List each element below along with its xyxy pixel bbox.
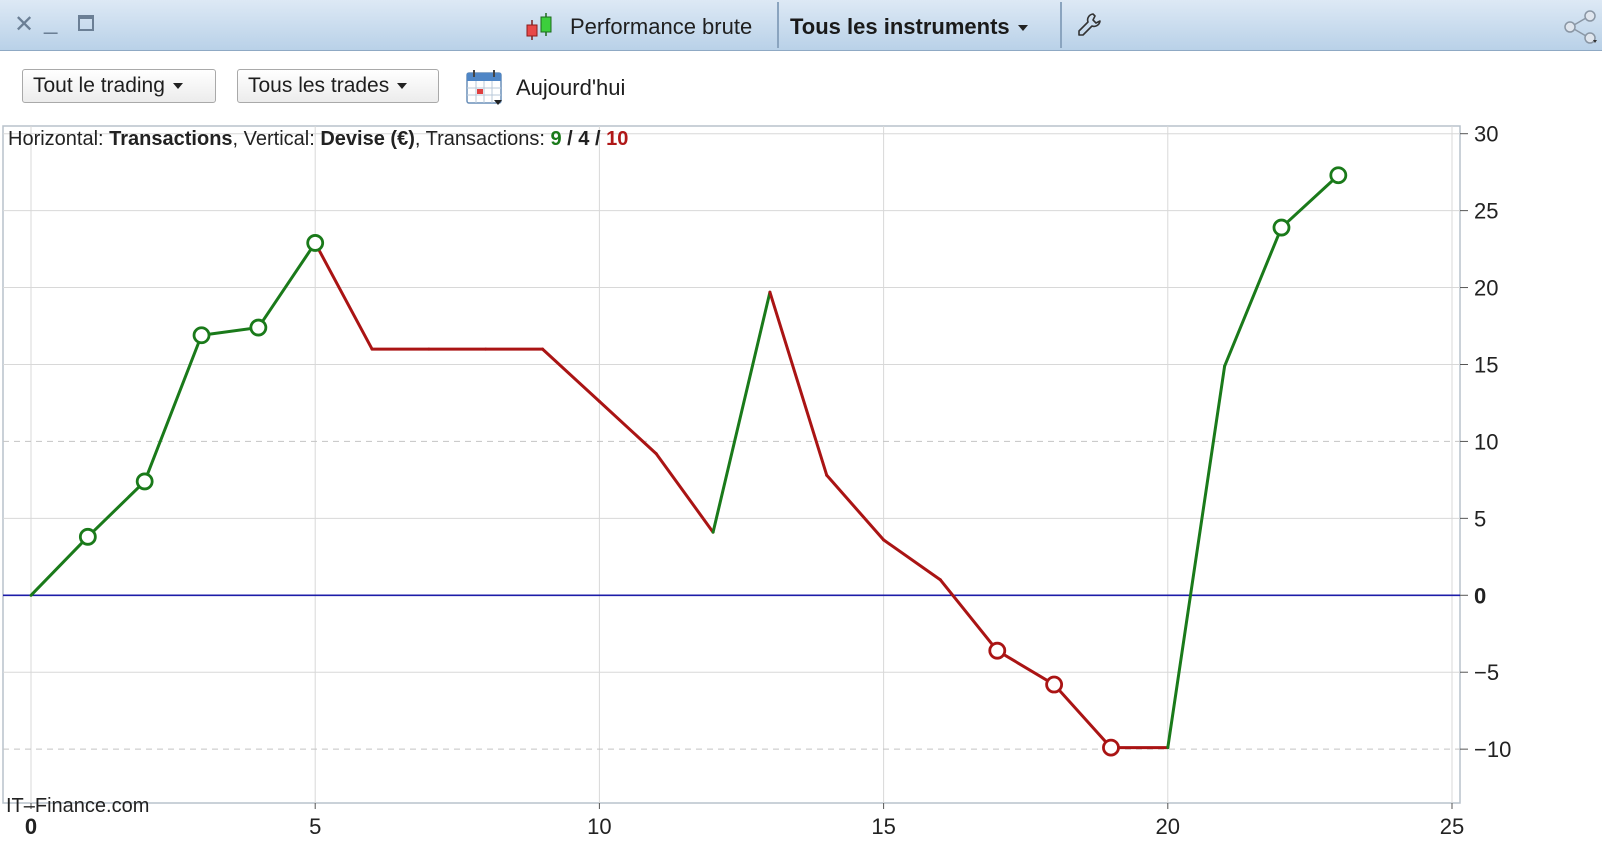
info-sep: / — [589, 128, 607, 150]
trades-filter-label: Tous les trades — [248, 74, 390, 97]
mode-label[interactable]: Performance brute — [570, 14, 752, 40]
info-t-prefix: , Transactions: — [414, 128, 551, 150]
winning-count: 9 — [550, 128, 562, 150]
x-tick-label: 5 — [309, 814, 321, 839]
y-tick-label: 20 — [1474, 276, 1498, 301]
close-icon[interactable]: ✕ — [14, 13, 34, 37]
separator — [777, 2, 779, 48]
separator — [1060, 2, 1062, 48]
minimize-icon[interactable]: _ — [44, 10, 57, 34]
chart-info-line: Horizontal: Transactions, Vertical: Devi… — [8, 128, 628, 151]
losing-count: 10 — [606, 128, 629, 150]
y-tick-label: 30 — [1474, 123, 1498, 147]
wrench-icon[interactable] — [1076, 12, 1102, 38]
date-range-label[interactable]: Aujourd'hui — [516, 75, 625, 101]
y-tick-label: 0 — [1474, 583, 1486, 608]
y-tick-label: −5 — [1474, 660, 1499, 685]
equity-chart: 30 25 20 15 10 5 0 −5 −10 0 5 10 15 20 25 Horizontal: … — [0, 123, 1602, 860]
info-sep: / — [561, 128, 579, 150]
data-point — [306, 234, 325, 252]
data-point — [78, 527, 97, 546]
x-tick-label: 15 — [871, 814, 895, 839]
plot-frame — [2, 125, 1461, 804]
info-h-prefix: Horizontal: — [8, 128, 110, 150]
instruments-label: Tous les instruments — [790, 14, 1010, 39]
share-icon[interactable] — [1560, 10, 1602, 44]
x-tick-label: 20 — [1156, 814, 1180, 839]
y-tick-label: 25 — [1474, 199, 1498, 224]
title-bar: ✕ _ Performance brute Tous les instrumen… — [0, 0, 1602, 51]
y-tick-label: −10 — [1474, 737, 1511, 762]
x-tick-label: 25 — [1440, 814, 1464, 839]
chart-canvas: 302520151050−5−100 5 10 15 20 25 — [2, 123, 1511, 839]
y-tick-label: 15 — [1474, 352, 1498, 377]
candlestick-icon — [526, 13, 552, 40]
data-point — [1329, 166, 1348, 185]
chevron-down-icon — [1017, 25, 1028, 32]
neutral-count: 4 — [578, 128, 590, 150]
data-point — [1045, 675, 1064, 694]
toolbar: Tout le trading Tous les trades Aujourd'… — [0, 51, 1602, 123]
data-point — [135, 472, 154, 491]
y-tick-label: 10 — [1474, 429, 1498, 454]
calendar-icon[interactable] — [465, 69, 505, 107]
data-point — [1272, 218, 1291, 237]
data-point — [192, 326, 211, 345]
maximize-icon[interactable] — [78, 15, 94, 31]
info-h-value: Transactions — [109, 128, 233, 150]
info-v-value: Devise (€) — [320, 128, 415, 150]
data-point — [1102, 738, 1120, 757]
trading-filter-label: Tout le trading — [33, 74, 165, 97]
chevron-down-icon — [172, 83, 183, 90]
data-point — [249, 318, 268, 337]
x-tick-label: 10 — [587, 814, 611, 839]
info-v-prefix: , Vertical: — [232, 128, 321, 150]
chevron-down-icon — [397, 83, 408, 90]
data-point — [988, 641, 1007, 660]
watermark: IT–Finance.com — [6, 795, 150, 817]
trading-filter-dropdown[interactable]: Tout le trading — [22, 69, 216, 103]
trades-filter-dropdown[interactable]: Tous les trades — [237, 69, 439, 103]
instruments-dropdown[interactable]: Tous les instruments — [790, 14, 1028, 40]
y-tick-label: 5 — [1474, 506, 1486, 531]
